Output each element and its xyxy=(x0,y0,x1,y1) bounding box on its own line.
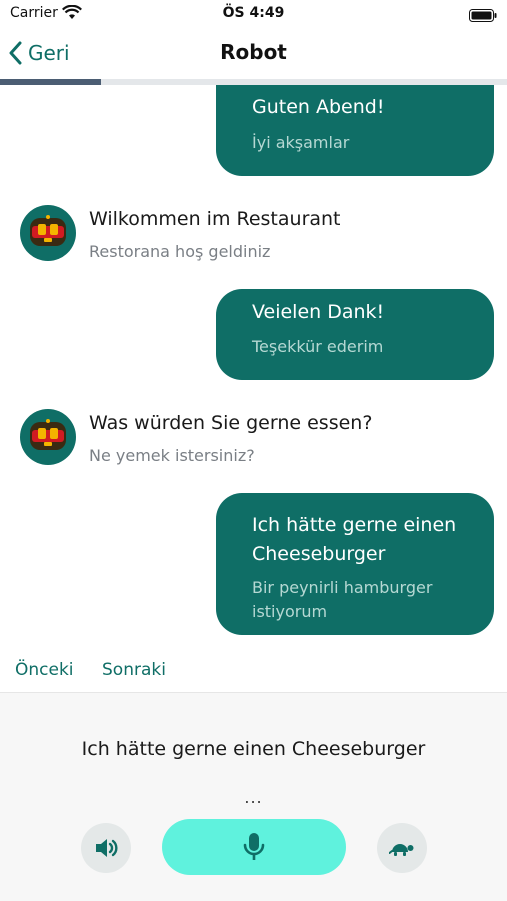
message-translation: Ne yemek istersiniz? xyxy=(89,446,255,465)
microphone-icon xyxy=(243,833,265,860)
user-message-bubble: Guten Abend! İyi akşamlar xyxy=(216,85,494,176)
previous-button[interactable]: Önceki xyxy=(15,660,74,680)
navigation-bar: Geri Robot xyxy=(0,28,507,78)
turtle-icon xyxy=(389,844,414,856)
robot-avatar xyxy=(20,409,76,465)
slow-speech-button[interactable] xyxy=(377,823,427,873)
bot-message-text: Was würden Sie gerne essen? Ne yemek ist… xyxy=(89,408,372,468)
message-translation: İyi akşamlar xyxy=(252,133,350,152)
microphone-button[interactable] xyxy=(162,819,346,875)
message-text: Ich hätte gerne einen Cheeseburger xyxy=(252,514,457,565)
speaker-button[interactable] xyxy=(81,823,131,873)
conversation-list[interactable]: Guten Abend! İyi akşamlar Wilkommen im R… xyxy=(0,85,507,650)
message-translation: Restorana hoş geldiniz xyxy=(89,242,271,261)
message-text: Veielen Dank! xyxy=(252,301,385,323)
bot-message: Was würden Sie gerne essen? Ne yemek ist… xyxy=(20,409,500,469)
clock: ÖS 4:49 xyxy=(222,5,285,21)
message-translation: Teşekkür ederim xyxy=(252,337,384,356)
message-text: Guten Abend! xyxy=(252,96,385,118)
message-translation: Bir peynirli hamburger istiyorum xyxy=(252,578,433,621)
battery-icon xyxy=(469,7,497,26)
speech-transcript: Ich hätte gerne einen Cheeseburger xyxy=(81,738,426,760)
robot-avatar xyxy=(20,205,76,261)
bot-message-text: Wilkommen im Restaurant Restorana hoş ge… xyxy=(89,204,341,264)
page-title: Robot xyxy=(220,40,287,64)
bot-message: Wilkommen im Restaurant Restorana hoş ge… xyxy=(20,205,500,265)
status-bar: Carrier ÖS 4:49 xyxy=(0,0,507,28)
message-text: Was würden Sie gerne essen? xyxy=(89,412,373,434)
speech-panel: Ich hätte gerne einen Cheeseburger ... xyxy=(0,692,507,901)
message-text: Wilkommen im Restaurant xyxy=(89,208,341,230)
robot-icon xyxy=(30,215,66,246)
robot-icon xyxy=(30,419,66,450)
message-navigation: Önceki Sonraki xyxy=(0,650,507,690)
speaker-icon xyxy=(96,839,118,857)
listening-indicator: ... xyxy=(244,788,263,807)
user-message-bubble: Ich hätte gerne einen Cheeseburger Bir p… xyxy=(216,493,494,635)
next-button[interactable]: Sonraki xyxy=(102,660,166,680)
user-message-bubble: Veielen Dank! Teşekkür ederim xyxy=(216,289,494,380)
